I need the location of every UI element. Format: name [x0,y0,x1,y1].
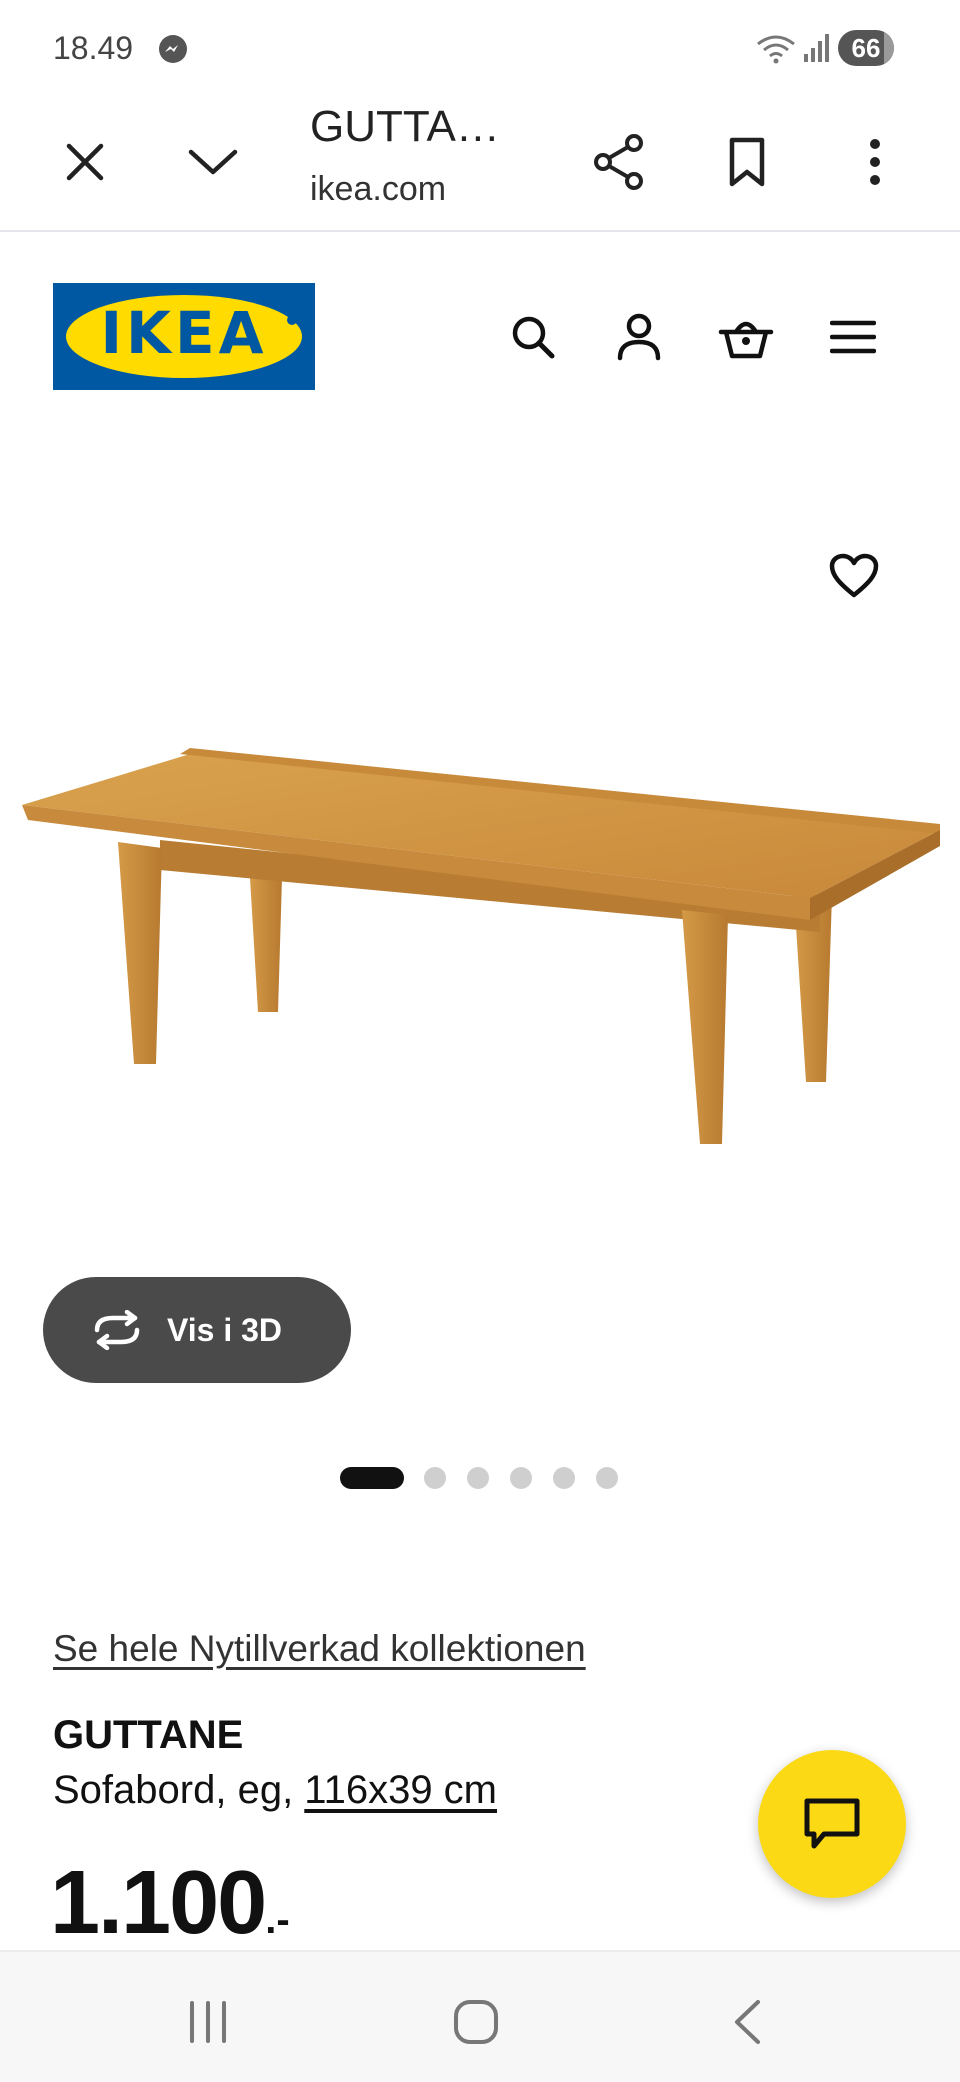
page-title[interactable]: GUTTA… [310,102,500,152]
browser-toolbar: GUTTA… ikea.com [0,90,960,232]
carousel-dot[interactable] [340,1467,404,1489]
account-icon [617,313,661,361]
share-icon [594,134,643,190]
chat-button[interactable] [758,1750,906,1898]
minimize-button[interactable] [181,130,245,194]
wifi-icon [757,35,795,64]
more-options-button[interactable] [843,130,907,194]
page-url[interactable]: ikea.com [310,170,446,209]
rotate-3d-icon [94,1310,140,1350]
price-suffix: .- [265,1898,290,1942]
back-icon [735,2000,760,2044]
close-icon [66,143,104,181]
status-time: 18.49 [53,30,134,66]
bookmark-button[interactable] [715,130,779,194]
battery-indicator: 66 [838,30,894,66]
carousel-dot[interactable] [510,1467,532,1489]
carousel-dot[interactable] [596,1467,618,1489]
search-button[interactable] [503,307,563,367]
menu-icon [830,320,876,354]
bookmark-icon [729,137,765,187]
view-in-3d-button[interactable]: Vis i 3D [43,1277,351,1383]
home-button[interactable] [446,1992,506,2052]
back-button[interactable] [717,1992,777,2052]
account-button[interactable] [609,307,669,367]
product-type: Sofabord, eg, [53,1768,305,1812]
signal-icon [804,34,829,62]
logo-text: IKEA [100,299,268,367]
basket-button[interactable] [716,307,776,367]
menu-button[interactable] [823,307,883,367]
collection-link[interactable]: Se hele Nytillverkad kollektionen [53,1628,586,1670]
favorite-button[interactable] [822,544,886,608]
view-in-3d-label: Vis i 3D [167,1311,283,1348]
product-description: Sofabord, eg, 116x39 cm [53,1768,497,1813]
product-image[interactable] [0,720,960,1160]
recent-apps-button[interactable] [178,1992,238,2052]
product-name: GUTTANE [53,1713,244,1757]
messenger-icon [159,35,187,63]
product-size-link[interactable]: 116x39 cm [304,1768,497,1812]
carousel-dot[interactable] [424,1467,446,1489]
product-price: 1.100.- [50,1852,290,1955]
system-navigation-bar [0,1950,960,2082]
ikea-logo[interactable]: IKEA [53,283,315,390]
basket-icon [718,321,774,359]
close-tab-button[interactable] [53,130,117,194]
battery-level: 66 [851,33,881,63]
carousel-dot[interactable] [553,1467,575,1489]
chevron-down-icon [188,149,238,175]
recent-apps-icon [190,2001,226,2043]
status-bar: 18.49 66 [0,0,960,90]
search-icon [512,316,555,359]
share-button[interactable] [587,130,651,194]
more-vertical-icon [870,139,880,185]
home-icon [454,2000,498,2044]
price-value: 1.100 [50,1853,267,1953]
image-carousel-indicator [340,1466,639,1490]
chat-icon [804,1798,860,1849]
heart-icon [829,553,879,598]
carousel-dot[interactable] [467,1467,489,1489]
